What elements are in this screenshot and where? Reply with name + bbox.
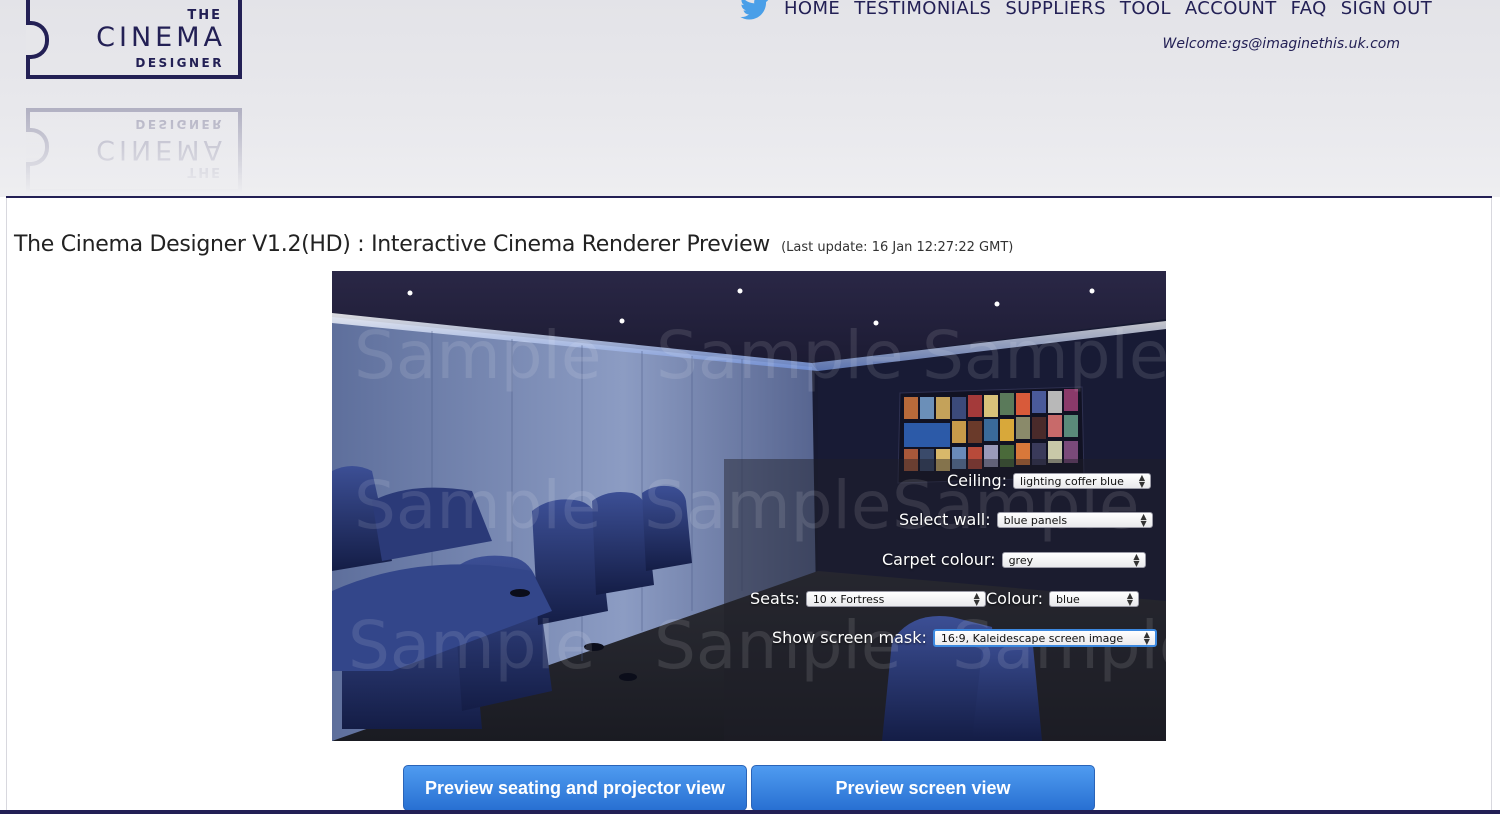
colour-select[interactable]: blue ▲ ▼	[1049, 590, 1140, 607]
seats-label: Seats:	[750, 589, 800, 608]
wall-control: Select wall: blue panels ▲ ▼	[899, 510, 1153, 529]
carpet-value: grey	[1008, 553, 1034, 567]
updown-arrow-icon: ▲ ▼	[1138, 472, 1146, 489]
nav-tool[interactable]: TOOL	[1120, 0, 1171, 19]
colour-control: Colour: blue ▲ ▼	[986, 589, 1140, 608]
seats-select[interactable]: 10 x Fortress ▲ ▼	[805, 590, 986, 607]
logo-designer: DESIGNER	[135, 56, 224, 70]
twitter-icon[interactable]	[740, 0, 770, 20]
carpet-label: Carpet colour:	[882, 550, 996, 569]
seats-value: 10 x Fortress	[812, 592, 885, 606]
logo-reflection-the: THE	[187, 164, 222, 179]
welcome-text: Welcome:gs@imaginethis.uk.com	[1162, 36, 1400, 52]
ceiling-select[interactable]: lighting coffer blue ▲ ▼	[1013, 472, 1152, 489]
nav-suppliers[interactable]: SUPPLIERS	[1005, 0, 1106, 19]
colour-label: Colour:	[986, 589, 1044, 608]
nav-faq[interactable]: FAQ	[1291, 0, 1327, 19]
screen-mask-control: Show screen mask: 16:9, Kaleidescape scr…	[772, 628, 1157, 647]
seats-control: Seats: 10 x Fortress ▲ ▼	[750, 589, 986, 608]
screen-movie-posters	[904, 389, 1078, 471]
updown-arrow-icon: ▲ ▼	[1140, 511, 1147, 528]
cinema-room-illustration	[332, 271, 1166, 741]
nav-account[interactable]: ACCOUNT	[1185, 0, 1277, 19]
preview-seating-projector-button[interactable]: Preview seating and projector view	[403, 765, 747, 811]
wall-label: Select wall:	[899, 510, 991, 529]
ceiling-label: Ceiling:	[947, 471, 1008, 490]
carpet-select[interactable]: grey ▲ ▼	[1001, 551, 1146, 568]
logo-the: THE	[187, 8, 222, 23]
logo-reflection-notch	[26, 128, 49, 166]
header-divider	[6, 196, 1492, 198]
last-update: (Last update: 16 Jan 12:27:22 GMT)	[781, 240, 1014, 255]
nav-sign-out[interactable]: SIGN OUT	[1341, 0, 1432, 19]
wall-select[interactable]: blue panels ▲ ▼	[996, 511, 1153, 528]
screen-mask-value: 16:9, Kaleidescape screen image	[940, 631, 1124, 645]
ceiling-value: lighting coffer blue	[1020, 474, 1124, 488]
right-border	[1491, 198, 1492, 814]
cinema-designer-logo[interactable]: THE CINEMA DESIGNER	[26, 0, 242, 79]
logo-cinema: CINEMA	[96, 22, 226, 53]
ceiling-control: Ceiling: lighting coffer blue ▲ ▼	[947, 471, 1152, 490]
site-header: THE CINEMA DESIGNER THE CINEMA DESIGNER …	[0, 0, 1500, 197]
preview-screen-view-button[interactable]: Preview screen view	[751, 765, 1095, 811]
nav-testimonials[interactable]: TESTIMONIALS	[854, 0, 991, 19]
main-nav: HOME TESTIMONIALS SUPPLIERS TOOL ACCOUNT…	[740, 0, 1432, 20]
logo-reflection-cinema: CINEMA	[96, 134, 226, 165]
page-title-text: The Cinema Designer V1.2(HD) : Interacti…	[14, 232, 770, 257]
logo-notch	[26, 21, 49, 59]
bottom-bar	[0, 810, 1500, 814]
wall-value: blue panels	[1003, 513, 1068, 527]
logo-reflection-box: THE CINEMA DESIGNER	[26, 108, 242, 193]
screen-mask-label: Show screen mask:	[772, 628, 927, 647]
screen-mask-select[interactable]: 16:9, Kaleidescape screen image ▲ ▼	[932, 628, 1157, 647]
updown-arrow-icon: ▲ ▼	[973, 590, 980, 607]
logo-reflection: THE CINEMA DESIGNER	[26, 108, 242, 193]
carpet-control: Carpet colour: grey ▲ ▼	[882, 550, 1146, 569]
cinema-render-preview[interactable]: Sample Sample Sample Sample Sample Sampl…	[332, 271, 1166, 741]
updown-arrow-icon: ▲ ▼	[1126, 590, 1134, 607]
updown-arrow-icon: ▲ ▼	[1133, 551, 1140, 568]
updown-arrow-icon: ▲ ▼	[1143, 629, 1150, 646]
nav-home[interactable]: HOME	[784, 0, 840, 19]
colour-value: blue	[1056, 592, 1080, 606]
page-title: The Cinema Designer V1.2(HD) : Interacti…	[14, 232, 1013, 257]
left-border	[6, 198, 7, 814]
logo-reflection-designer: DESIGNER	[135, 117, 224, 131]
